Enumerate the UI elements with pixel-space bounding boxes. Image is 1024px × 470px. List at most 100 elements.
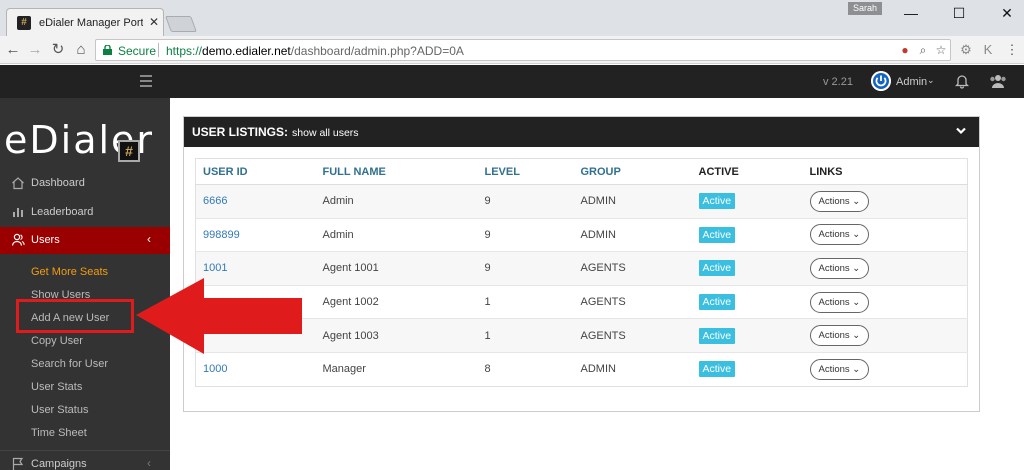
cell-group: ADMIN: [573, 217, 692, 252]
app-header: v 2.21 Admin ⌄: [0, 65, 1024, 98]
blocked-popup-icon[interactable]: ●: [898, 43, 912, 57]
submenu-copy-user[interactable]: Copy User: [31, 335, 83, 347]
bell-icon[interactable]: [955, 74, 969, 89]
actions-dropdown-button[interactable]: Actions ⌄: [809, 224, 870, 246]
actions-dropdown-button[interactable]: Actions ⌄: [809, 358, 870, 380]
status-badge: Active: [698, 260, 736, 277]
submenu-get-more-seats[interactable]: Get More Seats: [31, 266, 108, 278]
col-header-group[interactable]: GROUP: [573, 158, 692, 185]
table-row: Agent 1002 1 AGENTS Active Actions ⌄: [195, 284, 968, 319]
url-divider: [158, 43, 159, 57]
cell-user-id: 998899: [195, 217, 316, 252]
col-header-level[interactable]: LEVEL: [477, 158, 574, 185]
cell-active: Active: [691, 184, 803, 219]
extension-k-icon[interactable]: K: [980, 42, 996, 58]
cell-active: Active: [691, 217, 803, 252]
cell-full-name: Admin: [315, 217, 478, 252]
table-row: 1001 Agent 1001 9 AGENTS Active Actions …: [195, 251, 968, 286]
forward-arrow-icon[interactable]: →: [26, 41, 44, 59]
annotation-highlight-box: [16, 299, 134, 333]
tab-close-icon[interactable]: ✕: [149, 15, 159, 29]
submenu-search-for-user[interactable]: Search for User: [31, 358, 108, 370]
col-header-full-name[interactable]: FULL NAME: [315, 158, 478, 185]
kebab-menu-icon[interactable]: ⋮: [1004, 42, 1020, 58]
cell-group: AGENTS: [573, 251, 692, 286]
actions-dropdown-button[interactable]: Actions ⌄: [809, 291, 870, 313]
users-icon: [11, 233, 25, 246]
favicon-icon: #: [17, 16, 31, 30]
user-id-link[interactable]: 6666: [203, 195, 227, 207]
user-id-link[interactable]: 1001: [203, 262, 227, 274]
users-table: USER ID FULL NAME LEVEL GROUP ACTIVE LIN…: [195, 158, 968, 387]
hamburger-menu-icon[interactable]: [140, 75, 152, 87]
tab-title: eDialer Manager Portal |: [39, 17, 143, 29]
browser-tab[interactable]: # eDialer Manager Portal | ✕: [6, 8, 164, 36]
actions-label: Actions: [818, 296, 850, 308]
cell-level: 9: [477, 217, 574, 252]
panel-title: USER LISTINGS: show all users: [192, 125, 359, 139]
cell-links: Actions ⌄: [802, 251, 968, 286]
sidebar-item-label: Leaderboard: [31, 206, 94, 218]
cell-active: Active: [691, 251, 803, 286]
actions-label: Actions: [818, 262, 850, 274]
cell-links: Actions ⌄: [802, 318, 968, 353]
col-header-links: LINKS: [802, 158, 968, 185]
actions-label: Actions: [818, 330, 850, 342]
maximize-icon[interactable]: ☐: [944, 4, 974, 22]
status-badge: Active: [698, 193, 736, 210]
people-icon[interactable]: [989, 74, 1007, 89]
cell-level: 9: [477, 251, 574, 286]
minimize-icon[interactable]: —: [896, 4, 926, 22]
col-header-user-id[interactable]: USER ID: [195, 158, 316, 185]
table-header-row: USER ID FULL NAME LEVEL GROUP ACTIVE LIN…: [195, 158, 968, 185]
chevron-down-icon[interactable]: ⌄: [927, 75, 935, 86]
cell-full-name: Agent 1003: [315, 318, 478, 353]
flag-icon: [12, 457, 24, 470]
lock-icon: [103, 45, 112, 55]
close-window-icon[interactable]: ✕: [992, 4, 1022, 22]
sidebar-item-leaderboard[interactable]: Leaderboard: [0, 199, 170, 226]
url-text: https://demo.edialer.net/dashboard/admin…: [166, 44, 464, 58]
sidebar-item-campaigns[interactable]: Campaigns ‹: [0, 450, 170, 470]
reload-icon[interactable]: ↻: [49, 41, 67, 59]
table-row: 998899 Admin 9 ADMIN Active Actions ⌄: [195, 217, 968, 252]
star-icon[interactable]: ☆: [934, 43, 948, 57]
actions-label: Actions: [818, 363, 850, 375]
browser-titlebar: # eDialer Manager Portal | ✕ Sarah — ☐ ✕: [0, 0, 1024, 36]
actions-dropdown-button[interactable]: Actions ⌄: [809, 325, 870, 347]
new-tab-button[interactable]: [165, 16, 197, 32]
sidebar-item-users[interactable]: Users ‹: [0, 227, 170, 254]
extension-gear-icon[interactable]: ⚙: [958, 42, 974, 58]
submenu-user-status[interactable]: User Status: [31, 404, 88, 416]
actions-dropdown-button[interactable]: Actions ⌄: [809, 190, 870, 212]
back-arrow-icon[interactable]: ←: [4, 41, 22, 59]
sidebar-item-label: Campaigns: [31, 458, 87, 470]
submenu-user-stats[interactable]: User Stats: [31, 381, 82, 393]
zoom-icon[interactable]: ⌕: [916, 43, 930, 57]
cell-group: AGENTS: [573, 318, 692, 353]
user-id-link[interactable]: 1000: [203, 363, 227, 375]
power-avatar-icon[interactable]: [871, 71, 891, 91]
cell-user-id: 1000: [195, 351, 316, 387]
chevron-left-icon: ‹: [147, 456, 151, 470]
user-listings-panel: USER LISTINGS: show all users USER ID FUL…: [183, 116, 980, 412]
collapse-chevron-icon[interactable]: [956, 127, 966, 135]
sidebar-item-dashboard[interactable]: Dashboard: [0, 170, 170, 197]
cell-level: 1: [477, 284, 574, 319]
profile-badge[interactable]: Sarah: [848, 2, 883, 15]
actions-dropdown-button[interactable]: Actions ⌄: [809, 257, 870, 279]
cell-level: 8: [477, 351, 574, 387]
status-badge: Active: [698, 327, 736, 344]
table-row: 1000 Manager 8 ADMIN Active Actions ⌄: [195, 351, 968, 387]
submenu-time-sheet[interactable]: Time Sheet: [31, 427, 87, 439]
panel-title-text: USER LISTINGS:: [192, 125, 289, 139]
home-icon[interactable]: ⌂: [72, 41, 90, 59]
cell-full-name: Manager: [315, 351, 478, 387]
address-bar[interactable]: Secure https://demo.edialer.net/dashboar…: [95, 39, 951, 61]
bar-chart-icon: [13, 208, 23, 217]
cell-full-name: Admin: [315, 184, 478, 219]
user-menu-label[interactable]: Admin: [896, 76, 927, 88]
cell-active: Active: [691, 351, 803, 387]
table-row: Agent 1003 1 AGENTS Active Actions ⌄: [195, 318, 968, 353]
user-id-link[interactable]: 998899: [203, 229, 240, 241]
